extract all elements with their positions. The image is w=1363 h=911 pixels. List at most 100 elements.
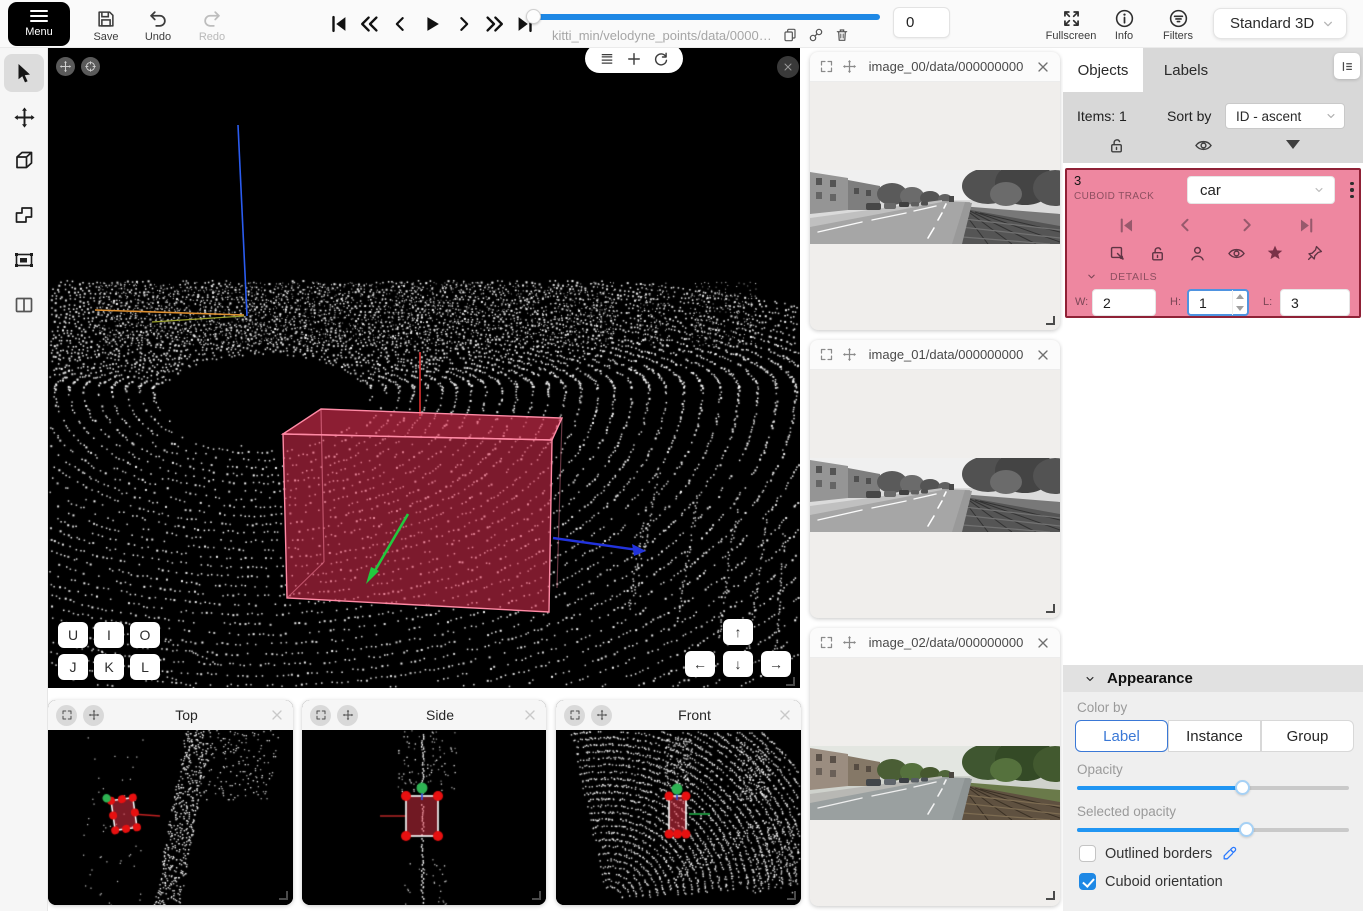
pin-button[interactable] — [1303, 241, 1327, 265]
box-select-button[interactable] — [1105, 241, 1129, 265]
lock-object-button[interactable] — [1145, 241, 1169, 265]
resize-handle[interactable] — [1046, 316, 1055, 325]
close-icon[interactable] — [1035, 347, 1051, 363]
key-j[interactable]: J — [58, 654, 88, 680]
add-icon[interactable] — [625, 50, 643, 68]
arrow-down-key[interactable]: ↓ — [723, 651, 753, 677]
key-l[interactable]: L — [130, 654, 160, 680]
align-layers-icon[interactable] — [598, 50, 616, 68]
cuboid-orientation-checkbox[interactable] — [1079, 873, 1096, 890]
split-view-button[interactable] — [4, 286, 44, 324]
tab-objects[interactable]: Objects — [1063, 48, 1143, 92]
previous-frame-button[interactable] — [388, 10, 414, 38]
color-by-group-button[interactable]: Group — [1261, 720, 1354, 752]
pan-tool-button[interactable] — [4, 98, 44, 136]
key-i[interactable]: I — [94, 622, 124, 648]
close-icon[interactable] — [777, 707, 793, 723]
fast-forward-button[interactable] — [481, 10, 507, 38]
visibility-all-button[interactable] — [1194, 136, 1213, 155]
resize-handle[interactable] — [1046, 891, 1055, 900]
reset-view-button[interactable] — [56, 57, 75, 76]
arrow-right-key[interactable]: → — [761, 651, 791, 677]
filters-button[interactable]: Filters — [1156, 4, 1200, 46]
outlined-borders-checkbox[interactable] — [1079, 845, 1096, 862]
close-canvas-button[interactable] — [777, 56, 799, 78]
frame-slider-handle[interactable] — [526, 9, 541, 24]
collapse-panel-button[interactable] — [1334, 53, 1360, 79]
polygon-tool-button[interactable] — [4, 196, 44, 234]
eyedropper-icon[interactable] — [1221, 845, 1238, 862]
front-view-canvas[interactable] — [556, 730, 801, 905]
tab-labels[interactable]: Labels — [1143, 48, 1229, 92]
cuboid-tool-button[interactable] — [4, 141, 44, 179]
info-button[interactable]: Info — [1104, 4, 1144, 46]
blue-axis-arrow[interactable] — [553, 538, 638, 550]
card-menu-button[interactable] — [1344, 176, 1360, 204]
menu-button[interactable]: Menu — [8, 2, 70, 46]
close-icon[interactable] — [1035, 59, 1051, 75]
frame-slider[interactable] — [528, 14, 880, 20]
skip-to-start-button[interactable] — [326, 10, 352, 38]
color-by-label-button[interactable]: Label — [1075, 720, 1168, 752]
color-by-instance-button[interactable]: Instance — [1168, 720, 1261, 752]
lock-all-button[interactable] — [1107, 136, 1126, 155]
resize-handle[interactable] — [279, 891, 288, 900]
play-button[interactable] — [419, 10, 445, 38]
side-view-canvas[interactable] — [302, 730, 546, 905]
close-icon[interactable] — [522, 707, 538, 723]
move-view-button[interactable] — [83, 705, 104, 726]
arrow-up-key[interactable]: ↑ — [723, 619, 753, 645]
close-icon[interactable] — [1035, 635, 1051, 651]
class-select[interactable]: car — [1187, 176, 1335, 204]
selected-opacity-slider[interactable] — [1077, 828, 1349, 832]
move-view-button[interactable] — [337, 705, 358, 726]
width-input[interactable] — [1092, 289, 1156, 316]
expand-view-button[interactable] — [564, 705, 585, 726]
close-icon[interactable] — [269, 707, 285, 723]
view-header[interactable]: Front — [556, 700, 801, 730]
favorite-button[interactable] — [1263, 241, 1287, 265]
expand-view-button[interactable] — [310, 705, 331, 726]
main-3d-viewport[interactable]: U I O J K L ↑ ← ↓ → — [48, 48, 800, 688]
object-card-selected[interactable]: 3 CUBOID TRACK car DETAILS W: H: L: — [1065, 168, 1361, 318]
appearance-section-header[interactable]: Appearance — [1063, 665, 1363, 692]
image-annotation-button[interactable] — [4, 241, 44, 279]
opacity-slider[interactable] — [1077, 786, 1349, 790]
camera-image[interactable] — [810, 458, 1060, 532]
move-view-button[interactable] — [591, 705, 612, 726]
height-stepper[interactable] — [1232, 290, 1247, 315]
trash-icon[interactable] — [834, 27, 850, 43]
track-next-frame-button[interactable] — [1234, 213, 1258, 237]
outlined-borders-row[interactable]: Outlined borders — [1079, 845, 1238, 862]
expand-all-button[interactable] — [1286, 140, 1300, 149]
expand-icon[interactable] — [819, 635, 834, 650]
recenter-button[interactable] — [81, 57, 100, 76]
copy-icon[interactable] — [782, 27, 798, 43]
undo-button[interactable]: Undo — [136, 4, 180, 46]
track-first-frame-button[interactable] — [1114, 213, 1138, 237]
resize-handle[interactable] — [786, 677, 795, 686]
resize-handle[interactable] — [787, 891, 796, 900]
sort-select[interactable]: ID - ascent — [1225, 103, 1345, 129]
fast-backward-button[interactable] — [357, 10, 383, 38]
link-icon[interactable] — [808, 27, 824, 43]
view-header[interactable]: Side — [302, 700, 546, 730]
opacity-slider-handle[interactable] — [1235, 780, 1250, 795]
fullscreen-button[interactable]: Fullscreen — [1046, 4, 1096, 46]
move-icon[interactable] — [842, 635, 857, 650]
image-panel-header[interactable]: image_02/data/000000000 — [810, 628, 1060, 658]
track-last-frame-button[interactable] — [1294, 213, 1318, 237]
view-mode-select[interactable]: Standard 3D — [1213, 8, 1347, 39]
frame-number-input[interactable] — [893, 7, 950, 38]
track-prev-frame-button[interactable] — [1174, 213, 1198, 237]
camera-image[interactable] — [810, 746, 1060, 820]
annotator-button[interactable] — [1185, 241, 1209, 265]
redo-button[interactable]: Redo — [190, 4, 234, 46]
key-u[interactable]: U — [58, 622, 88, 648]
selected-opacity-slider-handle[interactable] — [1239, 822, 1254, 837]
image-panel-header[interactable]: image_01/data/000000000 — [810, 340, 1060, 370]
key-k[interactable]: K — [94, 654, 124, 680]
view-header[interactable]: Top — [48, 700, 293, 730]
top-view-canvas[interactable] — [48, 730, 293, 905]
expand-icon[interactable] — [819, 59, 834, 74]
